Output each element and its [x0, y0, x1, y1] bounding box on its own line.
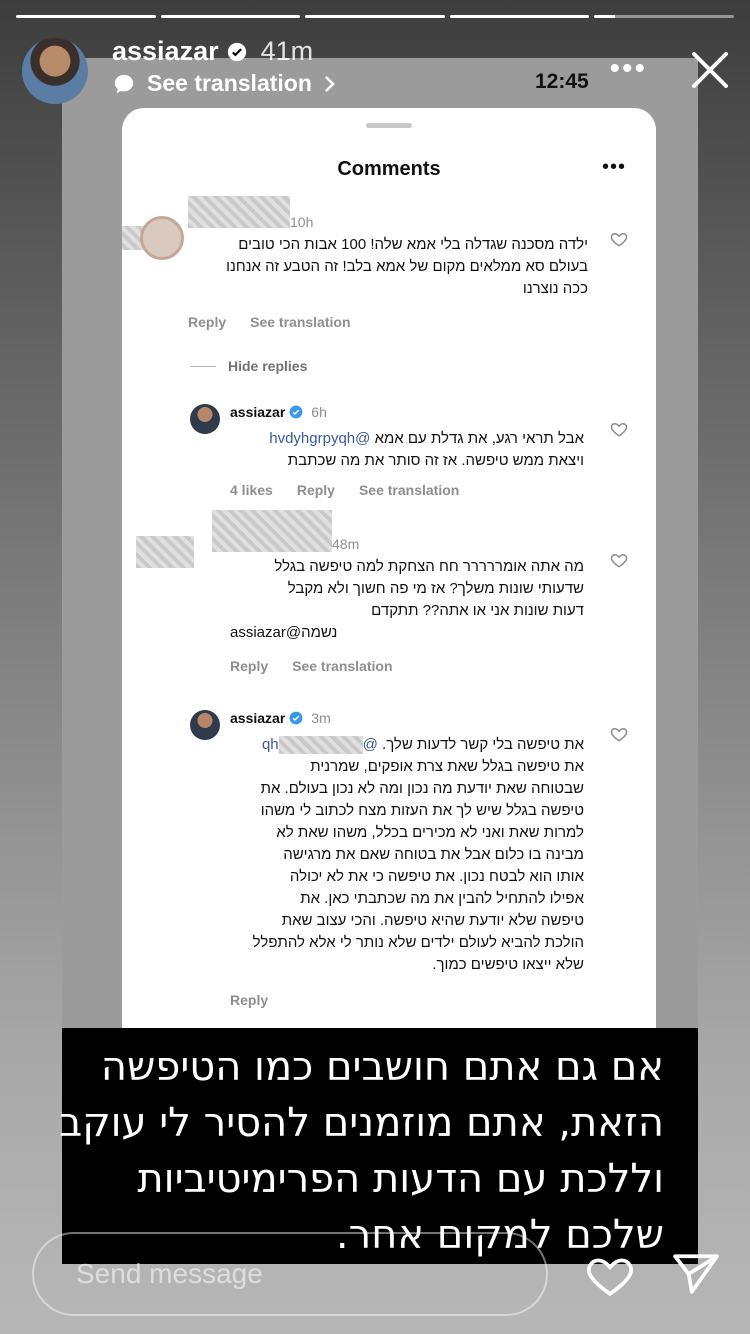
- blurred-username: [188, 196, 290, 228]
- reply-username: assiazar 6h: [230, 404, 327, 420]
- comment-text: מה אתה אומררררר חח הצחקת למה טיפשה בגלל …: [230, 558, 584, 641]
- blurred-username: [212, 510, 332, 552]
- story-caption: אם גם אתם חושבים כמו הטיפשה הזאת, אתם מו…: [59, 1028, 698, 1264]
- story-username[interactable]: assiazar: [112, 36, 219, 67]
- comment-time: 10h: [290, 214, 314, 230]
- reply-button[interactable]: Reply: [188, 314, 226, 330]
- comment-time: 48m: [332, 536, 360, 552]
- commenter-avatar: [140, 216, 184, 260]
- sheet-title: Comments: [337, 158, 441, 180]
- story-avatar[interactable]: [22, 38, 88, 104]
- assiazar-avatar: [190, 710, 220, 740]
- reply-button[interactable]: Reply: [230, 992, 268, 1008]
- blurred-avatar: [136, 536, 194, 568]
- reply-button[interactable]: Reply: [297, 482, 335, 498]
- close-icon[interactable]: [688, 48, 732, 92]
- send-message-placeholder: Send message: [76, 1258, 263, 1289]
- comment-text: ילדה מסכנה שגדלה בלי אמא שלה! 100 אבות ה…: [226, 236, 588, 297]
- mention-link[interactable]: @qh: [262, 736, 378, 755]
- reply-actions: Reply: [230, 992, 268, 1008]
- story-user[interactable]: assiazar 41m: [112, 36, 313, 67]
- likes-count[interactable]: 4 likes: [230, 482, 273, 498]
- progress-segment-current: [594, 15, 734, 18]
- see-translation-link[interactable]: See translation: [250, 314, 350, 330]
- hide-replies-button[interactable]: Hide replies: [190, 358, 307, 374]
- sheet-handle: [366, 123, 412, 128]
- assiazar-avatar: [190, 404, 220, 434]
- see-translation-button[interactable]: See translation: [113, 70, 336, 97]
- progress-segment: [305, 15, 445, 18]
- verified-icon: [227, 42, 246, 61]
- speech-bubble-icon: [114, 74, 134, 93]
- reply-button[interactable]: Reply: [230, 658, 268, 674]
- progress-segment: [449, 15, 590, 18]
- chevron-right-icon: [325, 75, 335, 92]
- like-comment-icon[interactable]: [610, 551, 628, 569]
- reply-username: assiazar 3m: [230, 710, 331, 726]
- comment-actions: Reply See translation: [230, 658, 393, 674]
- like-comment-icon[interactable]: [610, 230, 628, 248]
- send-icon[interactable]: [670, 1250, 722, 1296]
- verified-icon: [289, 405, 303, 419]
- like-comment-icon[interactable]: [610, 420, 628, 438]
- verified-icon: [289, 711, 303, 725]
- story-time: 41m: [260, 36, 314, 66]
- reply-actions: 4 likes Reply See translation: [230, 482, 459, 498]
- blurred-mention: [278, 736, 363, 755]
- heart-icon[interactable]: [584, 1252, 636, 1298]
- more-icon: •••: [601, 156, 626, 178]
- send-message-input[interactable]: Send message: [32, 1232, 548, 1316]
- story-progress: [16, 15, 734, 18]
- comment-actions: Reply See translation: [188, 314, 351, 330]
- progress-segment: [160, 15, 301, 18]
- progress-segment: [16, 15, 156, 18]
- see-translation-link[interactable]: See translation: [359, 482, 459, 498]
- reply-text: את טיפשה בלי קשר לדעות שלך. @qh את טיפשה…: [252, 736, 584, 973]
- status-clock: 12:45: [535, 70, 589, 93]
- reply-text: אבל תראי רגע, את גדלת עם אמא @hvdyhgrpyq…: [269, 430, 584, 469]
- mention-link[interactable]: @hvdyhgrpyqh: [269, 430, 370, 447]
- more-options-icon[interactable]: •••: [609, 52, 647, 86]
- see-translation-link[interactable]: See translation: [292, 658, 392, 674]
- like-comment-icon[interactable]: [610, 725, 628, 743]
- comments-sheet: Comments ••• 10h ילדה מסכנה שגדלה בלי אמ…: [122, 108, 656, 1028]
